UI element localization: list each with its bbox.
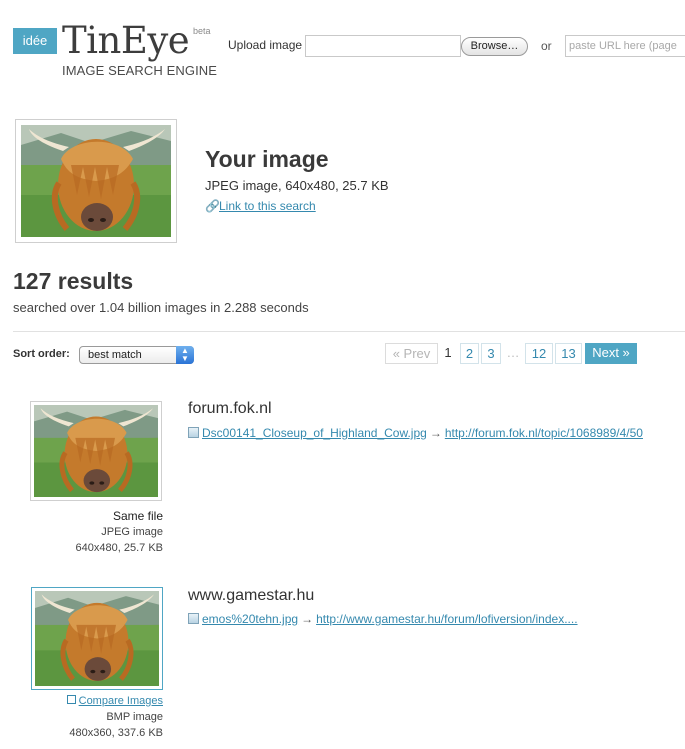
your-image-meta: JPEG image, 640x480, 25.7 KB [205,178,389,193]
logo-subtitle: IMAGE SEARCH ENGINE [62,63,218,78]
or-label: or [541,39,552,53]
result-1-same-file: Same file [112,509,163,523]
link-to-search[interactable]: 🔗Link to this search [205,199,316,213]
pagination-page-2[interactable]: 2 [460,343,479,364]
pagination-page-13[interactable]: 13 [555,343,582,364]
result-1-size: 640x480, 25.7 KB [75,542,163,554]
link-to-search-label[interactable]: Link to this search [219,199,316,213]
result-1-thumbnail[interactable] [34,405,158,497]
result-2-links: emos%20tehn.jpg → http://www.gamestar.hu/f… [188,612,578,626]
arrow-separator: → [301,612,314,626]
result-1-links: Dsc00141_Closeup_of_Highland_Cow.jpg → htt… [188,426,643,440]
beta-label: beta [193,26,211,36]
pagination-prev: « Prev [385,343,438,364]
pagination-current-page: 1 [444,345,452,360]
pagination-next[interactable]: Next » [585,343,637,364]
pagination-page-3[interactable]: 3 [481,343,501,364]
chain-link-icon: 🔗 [205,199,220,213]
arrow-separator: → [429,426,442,440]
result-1-domain: forum.fok.nl [188,400,272,417]
pagination-ellipsis: … [506,345,520,360]
results-summary: searched over 1.04 billion images in 2.2… [13,300,309,315]
upload-file-field[interactable] [305,35,461,57]
result-2-file-link[interactable]: emos%20tehn.jpg [202,612,298,626]
browse-button[interactable]: Browse… [461,37,528,56]
your-image-thumbnail[interactable] [21,125,171,237]
idee-logo[interactable]: idée [13,28,57,54]
image-file-icon [188,613,199,624]
result-1-format: JPEG image [101,526,163,538]
result-2-caption: Compare Images BMP image 480x360, 337.6 … [30,693,163,741]
your-image-title: Your image [205,146,329,172]
result-1-page-link[interactable]: http://forum.fok.nl/topic/1068989/4/50 [445,426,643,440]
result-2-page-link[interactable]: http://www.gamestar.hu/forum/lofiversion… [316,612,577,626]
compare-icon [66,695,76,704]
sort-order-label: Sort order: [13,348,70,360]
sort-order-select[interactable]: best match ▲ ▼ [79,346,194,364]
result-2-thumbnail[interactable] [35,591,159,686]
select-arrows-icon: ▲ ▼ [176,346,194,364]
result-1-caption: Same file JPEG image 640x480, 25.7 KB [30,508,163,556]
pagination-page-12[interactable]: 12 [525,343,553,364]
url-input[interactable] [565,35,685,57]
result-2-domain: www.gamestar.hu [188,587,315,604]
image-file-icon [188,427,199,438]
compare-images-link[interactable]: Compare Images [79,695,163,707]
upload-image-label: Upload image [228,38,303,52]
result-1-file-link[interactable]: Dsc00141_Closeup_of_Highland_Cow.jpg [202,426,427,440]
divider [13,331,685,332]
result-2-size: 480x360, 337.6 KB [69,727,163,739]
tineye-logo[interactable]: TinEye [62,20,190,62]
sort-order-value: best match [88,349,142,361]
result-2-compare[interactable]: Compare Images [30,693,163,709]
result-2-format: BMP image [106,711,163,723]
results-count: 127 results [13,268,134,294]
